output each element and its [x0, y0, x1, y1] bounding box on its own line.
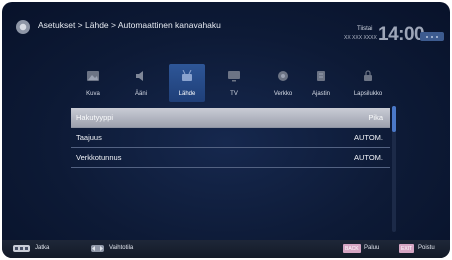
picture-icon	[85, 68, 101, 84]
clock: 14:00	[378, 24, 425, 45]
settings-gear-icon	[16, 20, 30, 34]
category-bar: Kuva Ääni Lähde TV Verkko Ajastin Lapsil…	[2, 64, 450, 104]
ok-key-icon	[13, 245, 30, 252]
category-label: Lapsilukko	[353, 91, 383, 97]
category-label: Ääni	[134, 91, 147, 97]
back-key: BACK	[343, 244, 361, 253]
category-aani[interactable]: Ääni	[123, 64, 159, 102]
setting-row-hakutyyppi[interactable]: Hakutyyppi Pika	[71, 108, 390, 128]
tv-screen: Asetukset > Lähde > Automaattinen kanava…	[2, 2, 450, 258]
setting-row-verkkotunnus[interactable]: Verkkotunnus AUTOM.	[71, 148, 390, 168]
footer-help-bar: Jatka Vaihtotila BACK Paluu EXIT Poistu	[2, 240, 450, 258]
setting-value: AUTOM.	[353, 133, 383, 142]
scrollbar[interactable]	[392, 106, 396, 232]
timer-icon	[313, 68, 329, 84]
setting-value: AUTOM.	[353, 153, 383, 162]
category-label: TV	[230, 91, 238, 97]
category-label: Kuva	[86, 91, 100, 97]
category-lahde[interactable]: Lähde	[169, 64, 205, 102]
setting-label: Taajuus	[76, 133, 102, 142]
category-kuva[interactable]: Kuva	[75, 64, 111, 102]
category-verkko[interactable]: Verkko	[265, 64, 301, 102]
category-ajastin[interactable]: Ajastin	[303, 64, 339, 102]
footer-toggle-label: Vaihtotila	[109, 245, 134, 251]
setting-row-taajuus[interactable]: Taajuus AUTOM.	[71, 128, 390, 148]
category-label: Ajastin	[311, 91, 330, 97]
exit-key: EXIT	[399, 244, 415, 253]
scroll-thumb[interactable]	[392, 106, 396, 132]
antenna-icon	[179, 68, 195, 84]
date-label: XX XXX XXXX	[344, 35, 377, 41]
setting-label: Verkkotunnus	[76, 153, 122, 162]
category-label: Lähde	[178, 91, 196, 97]
network-icon	[275, 68, 291, 84]
header: Asetukset > Lähde > Automaattinen kanava…	[2, 2, 450, 60]
category-lapsilukko[interactable]: Lapsilukko	[350, 64, 386, 102]
setting-value: Pika	[368, 113, 383, 122]
footer-continue-label: Jatka	[35, 245, 50, 251]
settings-list: Hakutyyppi Pika Taajuus AUTOM. Verkkotun…	[71, 108, 390, 168]
clock-indicator-icon	[420, 32, 444, 41]
breadcrumb: Asetukset > Lähde > Automaattinen kanava…	[38, 20, 221, 30]
footer-exit-label: Poistu	[418, 245, 435, 251]
category-tv[interactable]: TV	[216, 64, 252, 102]
footer-back-label: Paluu	[364, 245, 380, 251]
navigation-key-icon	[91, 245, 104, 252]
tv-icon	[226, 68, 242, 84]
lock-icon	[360, 68, 376, 84]
setting-label: Hakutyyppi	[76, 113, 114, 122]
speaker-icon	[133, 68, 149, 84]
day-label: Tiistai	[357, 26, 373, 32]
